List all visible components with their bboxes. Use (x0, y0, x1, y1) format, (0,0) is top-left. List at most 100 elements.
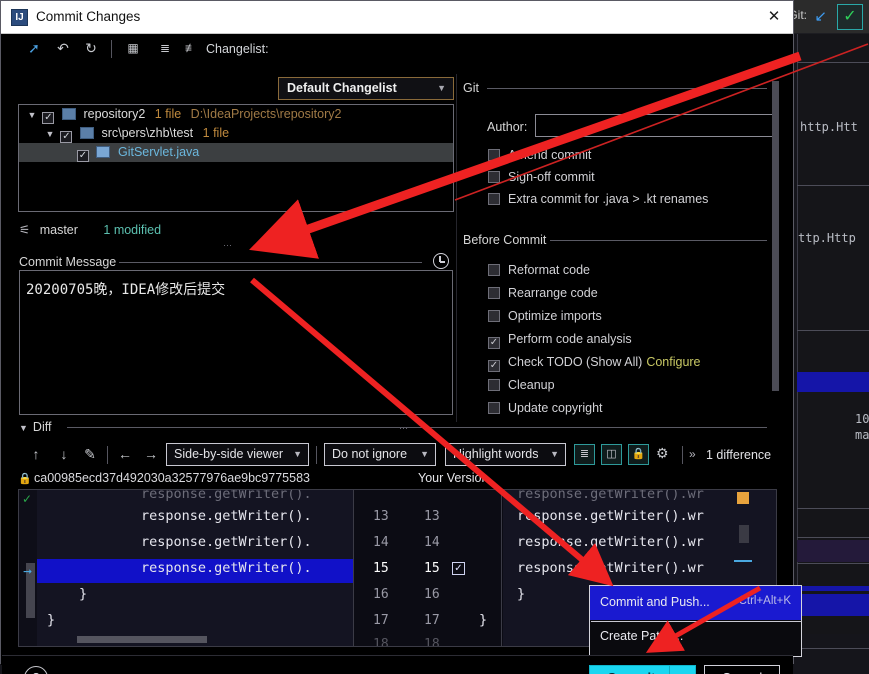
collapse-unchanged-icon[interactable]: ≣ (574, 444, 595, 465)
changelist-combo[interactable]: Default Changelist ▼ (278, 77, 454, 100)
code-line: response.getWriter().wr (517, 560, 704, 576)
checkbox-rearrange-code[interactable]: Rearrange code (488, 286, 598, 300)
checkbox-check-todo[interactable]: ✓ Check TODO (Show All) Configure (488, 355, 701, 372)
revert-icon[interactable]: ↶ (51, 38, 75, 60)
commit-changes-dialog: IJ Commit Changes ✕ ➚ ↶ ↻ ▦ ≣ ≢ Changeli… (0, 0, 802, 674)
commit-button[interactable]: Commit (589, 665, 696, 674)
code-line: response.getWriter().wr (517, 534, 704, 550)
collapse-all-icon[interactable]: ≢ (179, 38, 203, 60)
cancel-button[interactable]: Cancel (704, 665, 780, 674)
refresh-icon[interactable]: ↻ (79, 38, 103, 60)
whitespace-value: Do not ignore (332, 447, 408, 461)
viewer-mode-combo[interactable]: Side-by-side viewer ▼ (166, 443, 309, 466)
changed-files-tree[interactable]: ▼ ✓ repository2 1 file D:\IdeaProjects\r… (18, 104, 454, 212)
checkbox-label: Sign-off commit (508, 170, 595, 184)
clock-icon[interactable] (433, 253, 449, 269)
divider (550, 240, 767, 241)
divider (797, 648, 869, 649)
chevron-down-icon: ▼ (420, 449, 429, 459)
splitter-handle[interactable]: ⋯ (399, 423, 409, 434)
tree-row-label: repository2 (83, 107, 146, 121)
checkbox-update-copyright[interactable]: Update copyright (488, 401, 603, 415)
chevron-down-icon[interactable]: ▼ (43, 125, 57, 144)
diff-section-header[interactable]: ▼ Diff (19, 420, 51, 434)
modified-count: 1 modified (103, 223, 162, 237)
diff-gutter[interactable]: ✓ ➞ (19, 490, 37, 646)
checkbox-reformat-code[interactable]: Reformat code (488, 263, 590, 277)
idea-icon: IJ (11, 9, 28, 26)
configure-link[interactable]: Configure (646, 355, 700, 369)
splitter-handle[interactable]: ⋯ (223, 240, 233, 251)
diff-marker-change (734, 560, 752, 562)
edit-pencil-icon[interactable]: ✎ (79, 444, 101, 466)
diff-accept-checkbox[interactable]: ✓ (452, 562, 465, 575)
right-panel-scrollbar[interactable] (772, 81, 779, 391)
line-number-left: 17 (373, 613, 389, 628)
ide-code-fragment: ma (855, 428, 869, 442)
highlight-mode-value: Highlight words (453, 447, 539, 461)
arrow-down-icon[interactable]: ↓ (53, 444, 75, 466)
divider (797, 185, 869, 186)
diff-horizontal-scrollbar[interactable] (77, 636, 207, 643)
question-mark-icon[interactable]: ? (24, 666, 48, 674)
tree-row-gitservlet[interactable]: ✓ GitServlet.java (19, 143, 453, 162)
changes-toolbar: ➚ ↶ ↻ ▦ ≣ ≢ Changelist: (1, 34, 451, 64)
diff-label: Diff (32, 420, 52, 434)
toolbar-separator (107, 446, 108, 464)
line-number-left: 16 (373, 587, 389, 602)
check-icon[interactable]: ✓ (837, 4, 863, 30)
code-line: response.getWriter().wr (517, 508, 704, 524)
checkbox-cleanup[interactable]: Cleanup (488, 378, 555, 392)
commit-message-input[interactable]: 20200705晚，IDEA修改后提交 (19, 270, 453, 415)
divider (797, 537, 869, 538)
group-by-icon[interactable]: ▦ (121, 38, 145, 60)
chevron-down-icon: ▼ (293, 449, 302, 459)
close-icon[interactable]: ✕ (763, 7, 785, 29)
chevron-down-icon[interactable]: ▼ (25, 106, 39, 125)
show-diff-icon[interactable]: ➚ (22, 38, 46, 60)
menu-item-create-patch[interactable]: Create Patch... (590, 620, 801, 654)
code-line: response.getWriter(). (141, 508, 312, 524)
tree-row-path: D:\IdeaProjects\repository2 (190, 107, 342, 121)
author-input[interactable] (535, 114, 776, 137)
ide-highlight-band (797, 586, 869, 591)
code-line: } (79, 586, 88, 602)
gear-icon[interactable]: ⚙ (656, 445, 669, 462)
arrow-down-left-icon[interactable]: ↙ (814, 7, 827, 25)
highlight-mode-combo[interactable]: Highlight words ▼ (445, 443, 566, 466)
chevron-down-icon[interactable] (669, 666, 695, 674)
tree-checkbox[interactable]: ✓ (60, 131, 73, 143)
expand-all-icon[interactable]: ≣ (153, 38, 177, 60)
tree-checkbox[interactable]: ✓ (77, 150, 89, 162)
checkbox-extra-commit-renames[interactable]: Extra commit for .java > .kt renames (488, 192, 708, 206)
divider (456, 74, 457, 422)
chevron-double-right-icon[interactable]: » (689, 447, 696, 461)
tree-checkbox[interactable]: ✓ (42, 112, 55, 124)
arrow-up-icon[interactable]: ↑ (25, 444, 47, 466)
commit-dropdown-menu[interactable]: Commit and Push... Ctrl+Alt+K Create Pat… (589, 585, 802, 657)
git-section-header: Git (463, 81, 479, 95)
chevron-down-icon[interactable]: ▼ (19, 423, 28, 433)
dialog-titlebar[interactable]: IJ Commit Changes ✕ (1, 1, 793, 34)
read-only-lock-icon[interactable]: 🔒 (628, 444, 649, 465)
checkbox-optimize-imports[interactable]: Optimize imports (488, 309, 602, 323)
accept-change-arrow-icon[interactable]: ➞ (23, 565, 32, 578)
tree-row-repository2[interactable]: ▼ ✓ repository2 1 file D:\IdeaProjects\r… (19, 105, 453, 124)
code-line: response.getWriter(). (141, 534, 312, 550)
arrow-right-icon[interactable]: → (140, 444, 162, 466)
checkbox-perform-code-analysis[interactable]: ✓ Perform code analysis (488, 332, 632, 349)
line-number-left: 15 (373, 561, 389, 576)
ide-highlight-band (797, 594, 869, 616)
menu-item-commit-and-push[interactable]: Commit and Push... Ctrl+Alt+K (590, 586, 801, 620)
ide-code-fragment: http.Htt (800, 120, 858, 134)
sync-scroll-icon[interactable]: ◫ (601, 444, 622, 465)
tree-row-label: src\pers\zhb\test (101, 126, 194, 140)
line-number-right: 14 (424, 535, 440, 550)
commit-button-label: Commit (607, 670, 655, 674)
tree-row-package[interactable]: ▼ ✓ src\pers\zhb\test 1 file (19, 124, 453, 143)
checkbox-sign-off-commit[interactable]: Sign-off commit (488, 170, 595, 184)
whitespace-combo[interactable]: Do not ignore ▼ (324, 443, 436, 466)
arrow-left-icon[interactable]: ← (114, 444, 136, 466)
code-line: response.getWriter(). (141, 489, 312, 502)
checkbox-amend-commit[interactable]: Amend commit (488, 148, 591, 162)
